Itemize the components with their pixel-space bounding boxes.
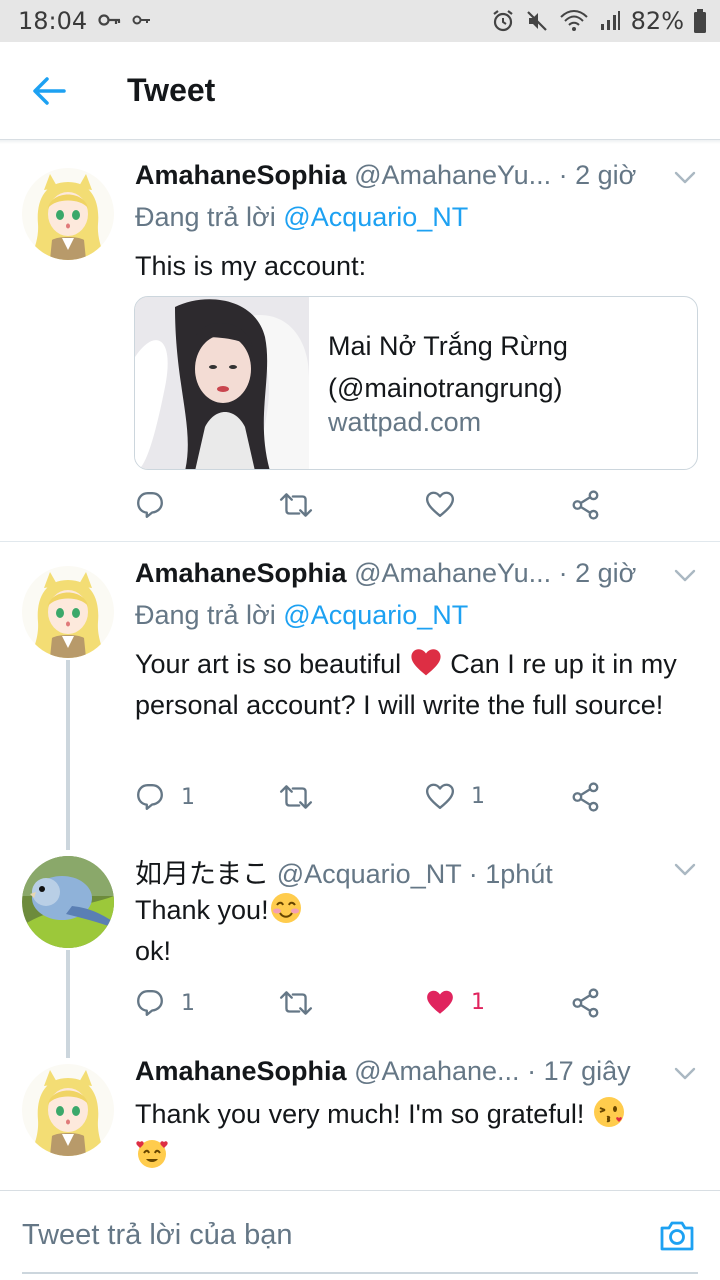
tweet-time: · 17 giây [527,1056,631,1086]
tweet-actions: 1 1 [135,782,615,818]
chevron-down-icon[interactable] [674,569,696,583]
like-count: 1 [471,989,485,1015]
link-card[interactable]: Mai Nở Trắng Rừng (@mainotrangrung) watt… [134,296,698,470]
like-action[interactable] [425,490,455,518]
tweet-text: This is my account: [135,251,367,281]
display-name[interactable]: 如月たまこ [135,859,269,890]
chevron-down-icon[interactable] [674,863,696,877]
reply-action[interactable]: 1 [135,782,195,812]
tweet-divider [0,541,720,542]
card-title-line: Mai Nở Trắng Rừng [328,331,568,361]
chevron-down-icon[interactable] [674,171,696,185]
tweet-text: Thank you! ok! [135,890,695,972]
reply-icon[interactable] [135,988,165,1018]
share-icon[interactable] [571,988,601,1018]
tweet-text-line: ok! [135,936,172,966]
chevron-down-icon[interactable] [674,1067,696,1081]
reply-action[interactable]: 1 [135,988,195,1018]
heart-icon[interactable] [425,490,455,518]
retweet-icon[interactable] [279,988,313,1018]
share-action[interactable] [571,988,601,1018]
card-title-line: (@mainotrangrung) [328,373,563,403]
tweet-text-part: Thank you very much! I'm so grateful! [135,1099,585,1129]
tweet-time: · 2 giờ [558,558,637,588]
user-handle: @Amahane... [354,1056,520,1086]
tweet-text: Your art is so beautiful Can I re up it … [135,644,695,726]
avatar[interactable] [22,566,114,658]
thread-line [66,950,70,1058]
retweet-action[interactable] [279,988,313,1018]
reply-count: 1 [181,990,195,1016]
replying-to: Đang trả lời @Acquario_NT [135,600,468,631]
avatar[interactable] [22,856,114,948]
reply-action[interactable] [135,490,165,520]
heart-icon[interactable] [425,782,455,810]
tweet-header: AmahaneSophia @AmahaneYu... · 2 giờ [135,160,636,191]
thread-line [66,660,70,850]
tweet-actions: 1 1 [135,988,615,1024]
like-count: 1 [471,783,485,809]
mention-link[interactable]: @Acquario_NT [283,202,468,232]
card-title: Mai Nở Trắng Rừng (@mainotrangrung) [328,325,678,409]
replying-to-label: Đang trả lời [135,600,276,630]
tweet-time: · 1phút [468,859,553,889]
reply-icon[interactable] [135,490,165,520]
tweet-text-part: Your art is so beautiful [135,649,402,679]
user-handle: @AmahaneYu... [354,160,552,190]
user-handle: @Acquario_NT [276,859,462,889]
display-name[interactable]: AmahaneSophia [135,558,347,588]
heart-filled-icon[interactable] [425,988,455,1016]
user-handle: @AmahaneYu... [354,558,552,588]
share-action[interactable] [571,490,601,520]
tweet-actions [135,490,615,526]
tweet[interactable]: AmahaneSophia @AmahaneYu... · 2 giờ Đang… [0,0,720,540]
mention-link[interactable]: @Acquario_NT [283,600,468,630]
smiling-face-with-hearts-emoji-icon [136,1140,168,1168]
share-icon[interactable] [571,782,601,812]
card-domain: wattpad.com [328,407,482,437]
reply-icon[interactable] [135,782,165,812]
retweet-icon[interactable] [279,782,313,812]
reply-count: 1 [181,784,195,810]
retweet-action[interactable] [279,490,313,520]
reply-composer: Tweet trả lời của bạn [0,1190,720,1280]
retweet-icon[interactable] [279,490,313,520]
kissing-face-emoji-icon [593,1097,624,1127]
like-action[interactable]: 1 [425,988,485,1016]
display-name[interactable]: AmahaneSophia [135,160,347,190]
tweet-header: 如月たまこ @Acquario_NT · 1phút [135,852,553,891]
card-thumbnail [135,297,309,469]
share-action[interactable] [571,782,601,812]
tweet-text-line: Thank you! [135,895,269,925]
tweet-time: · 2 giờ [558,160,637,190]
retweet-action[interactable] [279,782,313,812]
avatar[interactable] [22,1064,114,1156]
tweet-header: AmahaneSophia @Amahane... · 17 giây [135,1056,631,1087]
smiling-face-emoji-icon [270,893,301,923]
like-action[interactable]: 1 [425,782,485,810]
replying-to-label: Đang trả lời [135,202,276,232]
camera-icon[interactable] [658,1218,696,1254]
avatar[interactable] [22,168,114,260]
reply-input[interactable]: Tweet trả lời của bạn [22,1219,293,1252]
tweet-text: Thank you very much! I'm so grateful! [135,1094,695,1176]
tweet-header: AmahaneSophia @AmahaneYu... · 2 giờ [135,558,636,589]
display-name[interactable]: AmahaneSophia [135,1056,347,1086]
red-heart-emoji-icon [411,649,441,676]
share-icon[interactable] [571,490,601,520]
replying-to: Đang trả lời @Acquario_NT [135,202,468,233]
input-underline [22,1272,698,1274]
